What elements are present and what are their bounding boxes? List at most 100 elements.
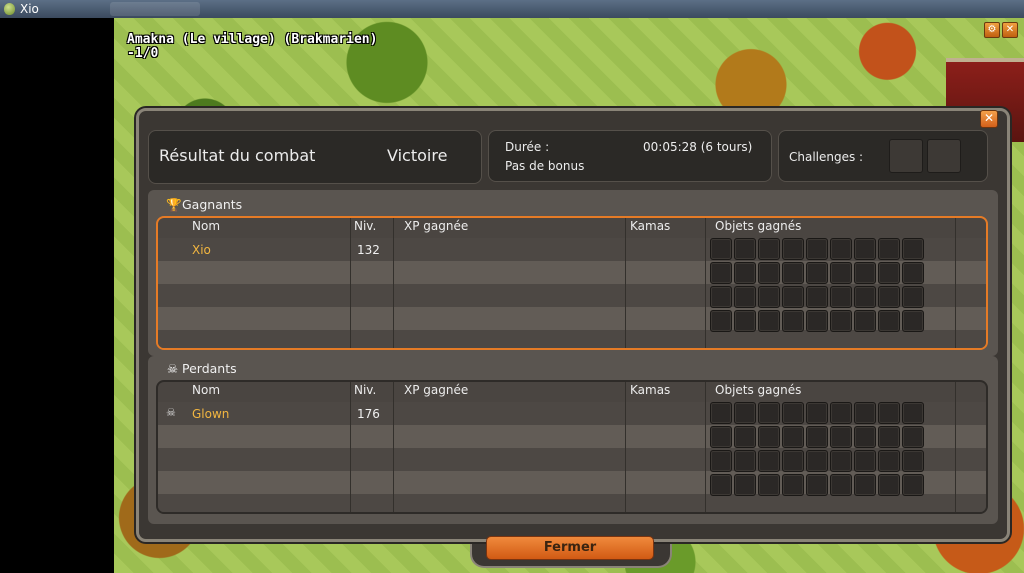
item-slot[interactable] [878, 238, 900, 260]
item-slot[interactable] [758, 450, 780, 472]
item-slot[interactable] [710, 426, 732, 448]
column-divider [955, 382, 956, 512]
player-level: 176 [357, 407, 380, 421]
item-slot[interactable] [806, 310, 828, 332]
item-slot[interactable] [878, 310, 900, 332]
item-slot[interactable] [758, 402, 780, 424]
close-icon[interactable]: ✕ [980, 110, 998, 128]
item-slot[interactable] [758, 310, 780, 332]
item-slot[interactable] [734, 474, 756, 496]
item-slot[interactable] [758, 262, 780, 284]
item-slot[interactable] [734, 262, 756, 284]
item-slot[interactable] [902, 402, 924, 424]
item-slot[interactable] [806, 474, 828, 496]
item-slot[interactable] [782, 474, 804, 496]
item-slot[interactable] [710, 450, 732, 472]
item-slot[interactable] [758, 286, 780, 308]
item-slot[interactable] [830, 262, 852, 284]
title-bar-tab[interactable] [110, 2, 200, 16]
item-slot[interactable] [830, 310, 852, 332]
item-slot[interactable] [830, 426, 852, 448]
item-slot[interactable] [710, 474, 732, 496]
column-divider [350, 382, 351, 512]
item-slot[interactable] [854, 286, 876, 308]
item-slot[interactable] [878, 262, 900, 284]
duration-header: Durée : 00:05:28 (6 tours) Pas de bonus [488, 130, 772, 182]
item-slot[interactable] [782, 310, 804, 332]
item-slot[interactable] [734, 286, 756, 308]
item-slot[interactable] [710, 286, 732, 308]
item-slot[interactable] [710, 262, 732, 284]
item-slot[interactable] [902, 238, 924, 260]
player-name: Xio [192, 243, 211, 257]
item-slot[interactable] [710, 310, 732, 332]
item-slot[interactable] [734, 450, 756, 472]
item-slot[interactable] [806, 262, 828, 284]
item-slot[interactable] [806, 286, 828, 308]
item-slot[interactable] [782, 286, 804, 308]
item-slot[interactable] [782, 450, 804, 472]
window-title: Xio [20, 2, 39, 16]
challenge-slot[interactable] [889, 139, 923, 173]
map-coordinates: -1/0 [127, 46, 159, 61]
item-slot[interactable] [854, 402, 876, 424]
item-slot[interactable] [830, 450, 852, 472]
item-slot[interactable] [734, 310, 756, 332]
item-slot[interactable] [902, 286, 924, 308]
item-slot[interactable] [902, 262, 924, 284]
item-slot[interactable] [902, 474, 924, 496]
column-divider [705, 218, 706, 348]
item-slot[interactable] [734, 426, 756, 448]
item-slot[interactable] [758, 426, 780, 448]
item-slot[interactable] [830, 402, 852, 424]
item-slot[interactable] [758, 474, 780, 496]
item-slot[interactable] [806, 238, 828, 260]
item-slot[interactable] [782, 426, 804, 448]
item-slot[interactable] [830, 286, 852, 308]
item-slot[interactable] [902, 450, 924, 472]
table-row [158, 494, 986, 512]
col-kamas: Kamas [630, 383, 671, 397]
winners-table-header: Nom Niv. XP gagnée Kamas Objets gagnés [158, 218, 986, 234]
winners-title: 🏆Gagnants [166, 197, 243, 212]
item-slot[interactable] [902, 426, 924, 448]
close-button[interactable]: Fermer [486, 536, 654, 560]
item-slot[interactable] [878, 450, 900, 472]
item-slot[interactable] [782, 262, 804, 284]
item-slot[interactable] [854, 310, 876, 332]
item-slot[interactable] [806, 450, 828, 472]
item-slot[interactable] [710, 402, 732, 424]
player-level: 132 [357, 243, 380, 257]
item-slot[interactable] [854, 450, 876, 472]
item-slot[interactable] [854, 474, 876, 496]
item-slot[interactable] [710, 238, 732, 260]
app-icon [4, 3, 15, 15]
item-slot[interactable] [878, 474, 900, 496]
col-name: Nom [192, 383, 221, 397]
item-slot[interactable] [854, 262, 876, 284]
challenge-slot[interactable] [927, 139, 961, 173]
item-slot[interactable] [758, 238, 780, 260]
item-slot[interactable] [902, 310, 924, 332]
close-window-icon[interactable]: ✕ [1002, 22, 1018, 38]
item-slot[interactable] [854, 426, 876, 448]
item-slot[interactable] [782, 402, 804, 424]
item-slot[interactable] [878, 426, 900, 448]
settings-icon[interactable]: ⚙ [984, 22, 1000, 38]
item-slot[interactable] [782, 238, 804, 260]
col-name: Nom [192, 219, 221, 233]
item-slot[interactable] [830, 238, 852, 260]
item-slot[interactable] [806, 402, 828, 424]
item-slot[interactable] [806, 426, 828, 448]
item-slot[interactable] [734, 402, 756, 424]
column-divider [350, 218, 351, 348]
challenges-header: Challenges : [778, 130, 988, 182]
item-slot[interactable] [878, 286, 900, 308]
challenges-label: Challenges : [789, 150, 864, 164]
item-slot[interactable] [854, 238, 876, 260]
item-slot[interactable] [830, 474, 852, 496]
column-divider [393, 218, 394, 348]
col-level: Niv. [354, 383, 377, 397]
item-slot[interactable] [878, 402, 900, 424]
item-slot[interactable] [734, 238, 756, 260]
